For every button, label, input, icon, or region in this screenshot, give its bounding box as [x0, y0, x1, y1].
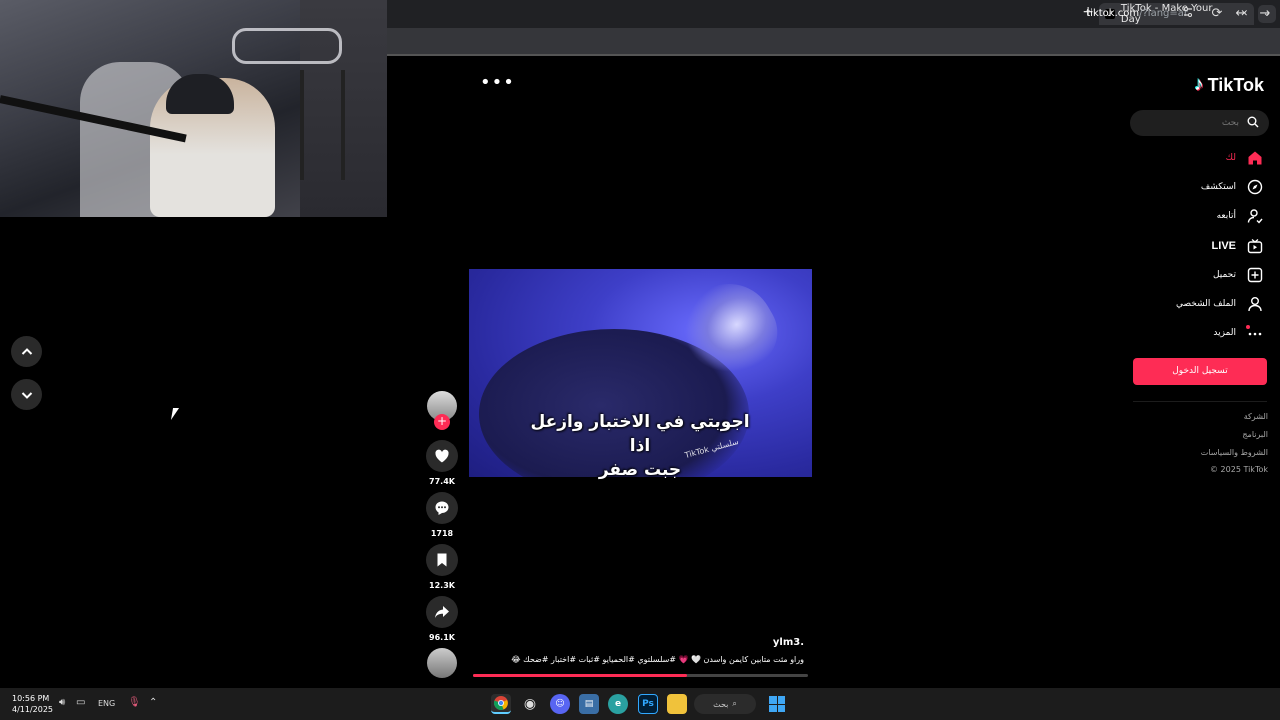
nav-explore[interactable]: استكشف: [1201, 176, 1264, 198]
login-button[interactable]: تسجيل الدخول: [1133, 358, 1267, 385]
video-progress-fill: [473, 674, 688, 677]
notification-dot: [1246, 325, 1250, 329]
back-icon[interactable]: ←: [1233, 6, 1249, 21]
obs-icon[interactable]: ◉: [520, 694, 540, 714]
discord-icon[interactable]: ☺: [550, 694, 570, 714]
nav-live[interactable]: LIVE: [1212, 235, 1264, 257]
site-settings-icon[interactable]: [1180, 6, 1196, 22]
video-description: وراو مثت متابين كايمن واسدن 🤍 💗 #سلسلتوي…: [511, 655, 804, 664]
tray-overflow-icon[interactable]: ⌃: [149, 697, 157, 708]
home-icon: [1246, 149, 1264, 167]
edge-icon[interactable]: e: [608, 694, 628, 714]
taskbar-search[interactable]: ⌕ بحث: [694, 694, 756, 714]
nav-following[interactable]: أتابعه: [1217, 205, 1264, 227]
nav-more[interactable]: المزيد: [1213, 322, 1264, 344]
profile-icon: [1246, 295, 1264, 313]
address-bar: [387, 28, 1280, 56]
search-input[interactable]: [1149, 118, 1239, 128]
sidebar-divider: [1133, 401, 1267, 402]
search-icon[interactable]: [1247, 116, 1259, 128]
footer-link-program[interactable]: البرنامج: [1242, 430, 1268, 439]
reload-icon[interactable]: ⟳: [1209, 6, 1225, 21]
url-field[interactable]: tiktok.com/?lang=ar: [1086, 8, 1188, 19]
comment-count: 1718: [430, 529, 454, 538]
share-count: 96.1K: [429, 633, 455, 642]
nav-profile[interactable]: الملف الشخصي: [1176, 293, 1264, 315]
chevron-up-icon: [21, 347, 32, 355]
task-view-icon[interactable]: ▤: [579, 694, 599, 714]
webcam-overlay: [0, 0, 387, 217]
chrome-icon[interactable]: [491, 694, 511, 714]
taskbar-clock[interactable]: 10:56 PM 4/11/2025: [12, 693, 53, 715]
live-icon: [1246, 237, 1264, 255]
nav-for-you[interactable]: لك: [1226, 147, 1264, 169]
volume-icon[interactable]: 🔊︎: [59, 697, 65, 708]
footer-copyright: © 2025 TikTok: [1210, 465, 1268, 474]
previous-video-button[interactable]: [11, 336, 42, 367]
chevron-down-icon: [21, 391, 32, 399]
share-icon: [435, 606, 449, 618]
language-indicator[interactable]: ENG: [98, 699, 115, 708]
following-icon: [1246, 207, 1264, 225]
save-button[interactable]: [426, 544, 458, 576]
file-explorer-icon[interactable]: [667, 694, 687, 714]
search-icon: ⌕: [732, 699, 737, 708]
like-button[interactable]: [426, 440, 458, 472]
windows-start-icon[interactable]: [769, 696, 785, 712]
heart-icon: [435, 449, 449, 463]
display-icon[interactable]: ▭: [76, 697, 85, 708]
footer-link-company[interactable]: الشركة: [1244, 412, 1268, 421]
tiktok-note-icon: ♪: [1194, 74, 1204, 95]
compass-icon: [1246, 178, 1264, 196]
more-options-button[interactable]: •••: [480, 72, 515, 93]
comment-button[interactable]: [426, 492, 458, 524]
like-count: 77.4K: [429, 477, 455, 486]
video-author[interactable]: ylm3.: [773, 637, 804, 648]
next-creator-avatar[interactable]: [427, 648, 457, 678]
bookmark-icon: [437, 553, 447, 567]
follow-button[interactable]: +: [434, 414, 450, 430]
microphone-icon[interactable]: 🎙︎: [128, 697, 141, 708]
next-video-button[interactable]: [11, 379, 42, 410]
mouse-cursor-icon: [170, 408, 180, 420]
upload-icon: [1246, 266, 1264, 284]
tiktok-logo[interactable]: ♪ TikTok: [1194, 74, 1264, 96]
share-button[interactable]: [426, 596, 458, 628]
photoshop-icon[interactable]: Ps: [638, 694, 658, 714]
footer-link-terms[interactable]: الشروط والسياسات: [1201, 448, 1268, 457]
nav-upload[interactable]: تحميل: [1213, 264, 1264, 286]
forward-icon[interactable]: →: [1257, 6, 1273, 21]
save-count: 12.3K: [429, 581, 455, 590]
comment-icon: [435, 501, 449, 515]
